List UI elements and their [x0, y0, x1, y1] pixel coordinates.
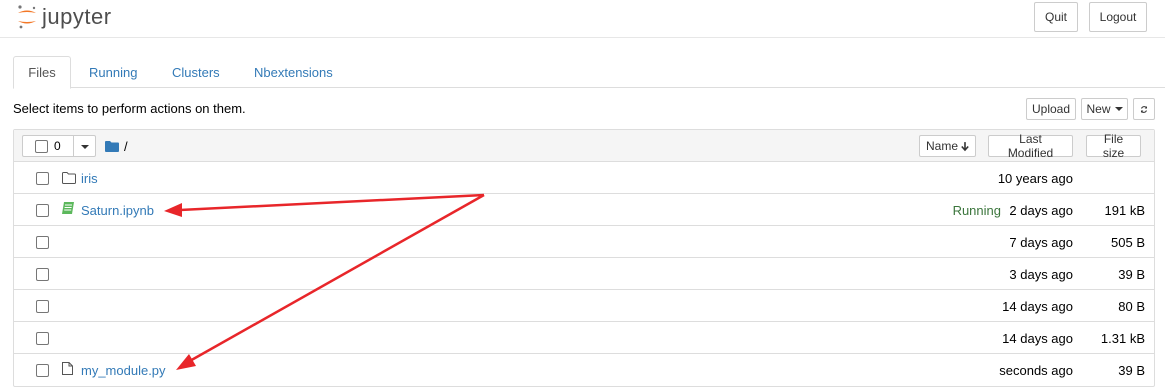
list-item[interactable]: my_module.py seconds ago 39 B — [14, 354, 1154, 386]
item-modified: 2 days ago — [1009, 203, 1073, 218]
item-modified: seconds ago — [999, 363, 1073, 378]
item-modified: 14 days ago — [1002, 299, 1073, 314]
item-size: 39 B — [1118, 363, 1145, 378]
breadcrumb: / — [105, 139, 128, 154]
item-checkbox[interactable] — [36, 332, 49, 345]
refresh-icon — [1140, 105, 1148, 113]
tab-files[interactable]: Files — [13, 56, 71, 89]
list-item[interactable]: 14 days ago 1.31 kB — [14, 322, 1154, 354]
item-size: 505 B — [1111, 235, 1145, 250]
jupyter-logo[interactable]: jupyter — [16, 4, 112, 30]
logo-text: jupyter — [42, 4, 112, 29]
sort-size-button[interactable]: File size — [1086, 132, 1141, 160]
list-item[interactable]: 3 days ago 39 B — [14, 258, 1154, 290]
folder-icon — [62, 172, 76, 184]
logout-button[interactable]: Logout — [1089, 2, 1147, 32]
item-link[interactable]: my_module.py — [81, 363, 166, 378]
item-checkbox[interactable] — [36, 204, 49, 217]
upload-button[interactable]: Upload — [1026, 98, 1076, 120]
item-size: 80 B — [1118, 299, 1145, 314]
item-link[interactable]: iris — [81, 171, 98, 186]
item-link[interactable]: Saturn.ipynb — [81, 203, 154, 218]
sort-name-label: Name — [926, 139, 959, 153]
select-caret-down-icon[interactable] — [81, 145, 89, 149]
new-dropdown-button[interactable]: New — [1081, 98, 1128, 120]
list-item[interactable]: 14 days ago 80 B — [14, 290, 1154, 322]
item-checkbox[interactable] — [36, 364, 49, 377]
notebook-icon — [62, 202, 74, 214]
new-label: New — [1086, 102, 1111, 116]
item-checkbox[interactable] — [36, 236, 49, 249]
item-modified: 14 days ago — [1002, 331, 1073, 346]
jupyter-logo-icon — [18, 5, 36, 29]
select-all-group[interactable]: 0 — [22, 135, 96, 157]
item-modified: 10 years ago — [997, 171, 1073, 186]
folder-icon[interactable] — [105, 141, 119, 152]
item-checkbox[interactable] — [36, 268, 49, 281]
instructions-text: Select items to perform actions on them. — [13, 101, 246, 116]
arrow-down-icon — [961, 141, 969, 151]
list-header: 0 / Name Last Modified File size — [14, 130, 1154, 162]
file-icon — [62, 362, 73, 375]
list-item[interactable]: iris 10 years ago — [14, 162, 1154, 194]
select-all-checkbox[interactable] — [35, 140, 48, 153]
sort-name-button[interactable]: Name — [919, 135, 976, 157]
item-modified: 3 days ago — [1009, 267, 1073, 282]
selected-count: 0 — [54, 139, 61, 153]
sort-modified-button[interactable]: Last Modified — [988, 132, 1073, 160]
select-divider — [73, 136, 74, 156]
item-size: 39 B — [1118, 267, 1145, 282]
tab-clusters[interactable]: Clusters — [156, 56, 236, 89]
list-item[interactable]: 7 days ago 505 B — [14, 226, 1154, 258]
item-checkbox[interactable] — [36, 172, 49, 185]
file-list: 0 / Name Last Modified File size iris 10… — [13, 129, 1155, 387]
breadcrumb-root[interactable]: / — [124, 139, 128, 154]
item-modified: 7 days ago — [1009, 235, 1073, 250]
list-item[interactable]: Saturn.ipynb Running 2 days ago 191 kB — [14, 194, 1154, 226]
refresh-button[interactable] — [1133, 98, 1155, 120]
header-bar: jupyter Quit Logout — [0, 0, 1165, 38]
tab-bar: Files Running Clusters Nbextensions — [13, 56, 1165, 89]
tab-running[interactable]: Running — [73, 56, 153, 89]
tab-nbextensions[interactable]: Nbextensions — [238, 56, 349, 89]
item-checkbox[interactable] — [36, 300, 49, 313]
item-size: 191 kB — [1104, 203, 1145, 218]
caret-down-icon — [1114, 107, 1123, 111]
running-status: Running — [952, 203, 1001, 218]
quit-button[interactable]: Quit — [1034, 2, 1078, 32]
item-size: 1.31 kB — [1100, 331, 1145, 346]
